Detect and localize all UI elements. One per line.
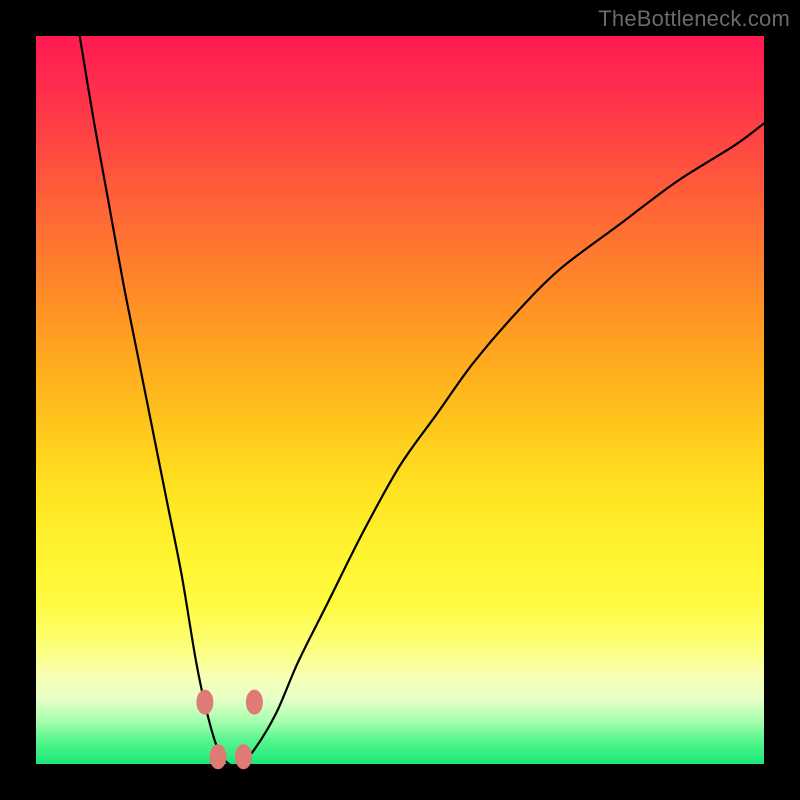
bottleneck-curve	[80, 36, 764, 766]
marker-dot	[246, 690, 262, 714]
chart-frame: TheBottleneck.com	[0, 0, 800, 800]
watermark-text: TheBottleneck.com	[598, 6, 790, 32]
optimal-range-markers	[197, 690, 263, 769]
marker-dot	[235, 745, 251, 769]
curve-layer	[36, 36, 764, 764]
plot-area	[36, 36, 764, 764]
marker-dot	[197, 690, 213, 714]
marker-dot	[210, 745, 226, 769]
